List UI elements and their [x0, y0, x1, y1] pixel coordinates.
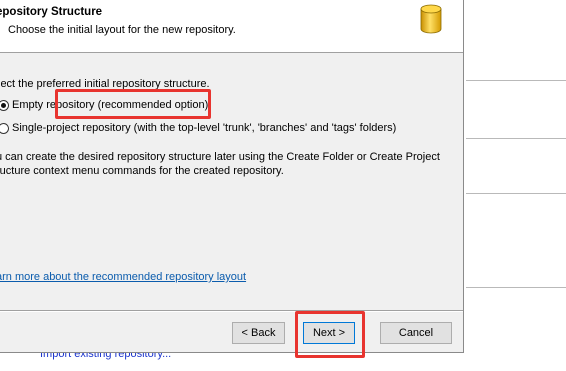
option-empty-repository[interactable]: Empty repository (recommended option) — [0, 97, 208, 113]
page-title: epository Structure — [0, 6, 103, 18]
back-button[interactable]: < Back — [232, 322, 285, 344]
button-separator — [0, 310, 463, 311]
info-text-line: u can create the desired repository stru… — [0, 151, 440, 163]
option-label: Single-project repository (with the top-… — [12, 122, 397, 134]
wizard-content: lect the preferred initial repository st… — [0, 52, 463, 310]
page-subtitle: Choose the initial layout for the new re… — [8, 24, 236, 36]
radio-button[interactable] — [0, 122, 9, 134]
structure-prompt: lect the preferred initial repository st… — [0, 78, 210, 90]
cancel-button[interactable]: Cancel — [380, 322, 452, 344]
wizard-banner: epository Structure Choose the initial l… — [0, 0, 463, 53]
database-cylinder-icon — [420, 4, 442, 34]
background-divider — [466, 287, 566, 288]
info-text: u can create the desired repository stru… — [0, 150, 440, 178]
repository-structure-dialog: epository Structure Choose the initial l… — [0, 0, 464, 353]
radio-button-selected[interactable] — [0, 99, 9, 111]
info-text-line: ructure context menu commands for the cr… — [0, 165, 284, 177]
option-single-project-repository[interactable]: Single-project repository (with the top-… — [0, 120, 396, 136]
next-button[interactable]: Next > — [303, 322, 355, 344]
background-divider — [466, 138, 566, 139]
option-label: Empty repository (recommended option) — [12, 99, 209, 111]
learn-more-link[interactable]: arn more about the recommended repositor… — [0, 271, 246, 283]
background-divider — [466, 193, 566, 194]
background-divider — [466, 80, 566, 81]
